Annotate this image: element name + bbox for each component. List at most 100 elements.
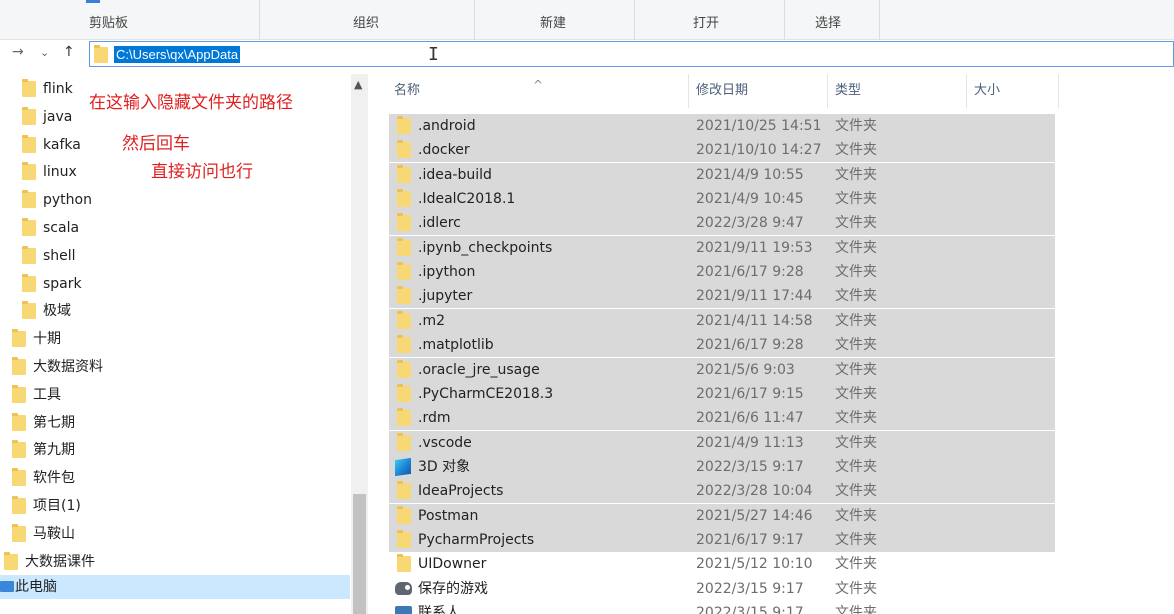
file-name: .idlerc bbox=[418, 215, 461, 232]
ribbon: 剪贴板 组织 新建 打开 选择 bbox=[0, 0, 1174, 40]
file-row[interactable]: .idea-build 2021/4/9 10:55 文件夹 bbox=[389, 162, 1055, 187]
column-header-size[interactable]: 大小 bbox=[969, 74, 1059, 108]
file-type: 文件夹 bbox=[835, 507, 877, 524]
tree-item[interactable]: 十期 bbox=[0, 327, 350, 351]
tree-item[interactable]: scala bbox=[0, 216, 350, 240]
column-header-name[interactable]: ^ 名称 bbox=[389, 74, 689, 108]
tree-item-label: flink bbox=[43, 81, 73, 97]
file-row[interactable]: .jupyter 2021/9/11 17:44 文件夹 bbox=[389, 284, 1055, 309]
tree-item[interactable]: 马鞍山 bbox=[0, 522, 350, 546]
file-row[interactable]: 3D 对象 2022/3/15 9:17 文件夹 bbox=[389, 454, 1055, 479]
file-row[interactable]: .m2 2021/4/11 14:58 文件夹 bbox=[389, 308, 1055, 333]
file-row[interactable]: .oracle_jre_usage 2021/5/6 9:03 文件夹 bbox=[389, 357, 1055, 382]
file-row[interactable]: .docker 2021/10/10 14:27 文件夹 bbox=[389, 138, 1055, 163]
file-row[interactable]: .PyCharmCE2018.3 2021/6/17 9:15 文件夹 bbox=[389, 381, 1055, 406]
ribbon-group-new[interactable]: 新建 bbox=[475, 0, 635, 40]
tree-item-this-pc[interactable]: 此电脑 bbox=[0, 575, 350, 600]
file-name: .IdealC2018.1 bbox=[418, 191, 516, 208]
tree-item-label: python bbox=[43, 192, 92, 209]
ribbon-group-open[interactable]: 打开 bbox=[635, 0, 785, 40]
folder-icon bbox=[397, 189, 411, 208]
file-name: .matplotlib bbox=[418, 337, 494, 354]
annotation-text: 然后回车 bbox=[122, 134, 190, 154]
file-date: 2022/3/28 9:47 bbox=[696, 215, 804, 232]
tree-item[interactable]: 工具 bbox=[0, 383, 350, 407]
file-type: 文件夹 bbox=[835, 142, 877, 159]
file-row[interactable]: .ipython 2021/6/17 9:28 文件夹 bbox=[389, 260, 1055, 285]
tree-item[interactable]: 大数据课件 bbox=[0, 550, 350, 574]
forward-arrow-icon[interactable]: → bbox=[12, 44, 24, 60]
folder-icon bbox=[397, 481, 411, 500]
file-date: 2022/3/15 9:17 bbox=[696, 458, 804, 475]
ribbon-group-clipboard[interactable]: 剪贴板 bbox=[0, 0, 260, 40]
file-type: 文件夹 bbox=[835, 288, 877, 305]
file-date: 2021/9/11 19:53 bbox=[696, 239, 813, 256]
file-name: Postman bbox=[418, 507, 479, 524]
file-date: 2021/4/9 10:55 bbox=[696, 166, 804, 183]
file-name: 保存的游戏 bbox=[418, 580, 488, 597]
tree-item[interactable]: 项目(1) bbox=[0, 494, 350, 518]
file-row[interactable]: Postman 2021/5/27 14:46 文件夹 bbox=[389, 503, 1055, 528]
folder-icon bbox=[12, 357, 26, 375]
file-date: 2021/6/17 9:28 bbox=[696, 337, 804, 354]
file-row[interactable]: IdeaProjects 2022/3/28 10:04 文件夹 bbox=[389, 479, 1055, 504]
column-header-label: 大小 bbox=[974, 83, 1001, 98]
folder-icon bbox=[397, 359, 411, 378]
ribbon-group-select[interactable]: 选择 bbox=[785, 0, 880, 40]
recent-locations-chevron-icon[interactable]: ⌄ bbox=[40, 46, 49, 59]
tree-item-label: 大数据资料 bbox=[33, 359, 103, 375]
file-type: 文件夹 bbox=[835, 118, 877, 134]
folder-icon bbox=[12, 412, 26, 431]
tree-item[interactable]: 大数据资料 bbox=[0, 355, 350, 379]
folder-icon bbox=[397, 554, 411, 573]
folder-icon bbox=[397, 237, 411, 256]
folder-icon bbox=[12, 496, 26, 514]
ribbon-group-organize[interactable]: 组织 bbox=[260, 0, 475, 40]
address-path-text[interactable]: C:\Users\qx\AppData bbox=[114, 46, 241, 63]
file-date: 2021/10/25 14:51 bbox=[696, 118, 822, 134]
scrollbar-thumb[interactable] bbox=[353, 494, 366, 614]
folder-icon bbox=[397, 432, 411, 451]
up-arrow-icon[interactable]: ↑ bbox=[63, 44, 75, 60]
file-row[interactable]: .ipynb_checkpoints 2021/9/11 19:53 文件夹 bbox=[389, 235, 1055, 260]
tree-item[interactable]: python bbox=[0, 188, 350, 212]
file-row[interactable]: 联系人 2022/3/15 9:17 文件夹 bbox=[389, 601, 1055, 614]
file-row[interactable]: .idlerc 2022/3/28 9:47 文件夹 bbox=[389, 211, 1055, 236]
tree-item[interactable]: 极域 bbox=[0, 299, 350, 323]
file-row[interactable]: PycharmProjects 2021/6/17 9:17 文件夹 bbox=[389, 527, 1055, 552]
ribbon-group-label: 打开 bbox=[693, 16, 720, 31]
address-row: → ⌄ ↑ C:\Users\qx\AppData I bbox=[0, 40, 1174, 69]
tree-item[interactable]: spark bbox=[0, 272, 350, 296]
tree-scrollbar[interactable]: ▲ bbox=[351, 74, 368, 614]
tree-item-label: 极域 bbox=[43, 303, 71, 320]
column-header-label: 修改日期 bbox=[696, 83, 749, 98]
file-row[interactable]: .matplotlib 2021/6/17 9:28 文件夹 bbox=[389, 333, 1055, 358]
file-type: 文件夹 bbox=[835, 361, 877, 378]
file-row[interactable]: .android 2021/10/25 14:51 文件夹 bbox=[389, 114, 1055, 138]
file-name: .PyCharmCE2018.3 bbox=[418, 385, 554, 402]
address-bar[interactable]: C:\Users\qx\AppData bbox=[89, 41, 1174, 67]
tree-item[interactable]: 第七期 bbox=[0, 411, 350, 435]
folder-icon bbox=[397, 140, 411, 159]
column-header-date[interactable]: 修改日期 bbox=[691, 74, 828, 108]
ribbon-group-label: 组织 bbox=[353, 16, 380, 31]
folder-icon bbox=[397, 213, 411, 232]
file-date: 2021/5/27 14:46 bbox=[696, 507, 813, 524]
tree-item-label: java bbox=[43, 108, 73, 125]
tree-item-label: 第九期 bbox=[33, 442, 75, 459]
file-date: 2021/4/9 11:13 bbox=[696, 434, 804, 451]
tree-item[interactable]: 第九期 bbox=[0, 438, 350, 462]
file-date: 2021/9/11 17:44 bbox=[696, 288, 813, 305]
column-header-type[interactable]: 类型 bbox=[830, 74, 967, 108]
tree-item[interactable]: 软件包 bbox=[0, 466, 350, 490]
file-date: 2022/3/28 10:04 bbox=[696, 483, 813, 500]
folder-icon bbox=[22, 162, 36, 181]
file-row[interactable]: .vscode 2021/4/9 11:13 文件夹 bbox=[389, 430, 1055, 455]
tree-item[interactable]: shell bbox=[0, 244, 350, 268]
scroll-up-icon[interactable]: ▲ bbox=[354, 78, 362, 91]
file-type: 文件夹 bbox=[835, 434, 877, 451]
file-row[interactable]: UIDowner 2021/5/12 10:10 文件夹 bbox=[389, 552, 1055, 576]
file-row[interactable]: 保存的游戏 2022/3/15 9:17 文件夹 bbox=[389, 577, 1055, 601]
file-row[interactable]: .IdealC2018.1 2021/4/9 10:45 文件夹 bbox=[389, 187, 1055, 212]
file-row[interactable]: .rdm 2021/6/6 11:47 文件夹 bbox=[389, 406, 1055, 431]
